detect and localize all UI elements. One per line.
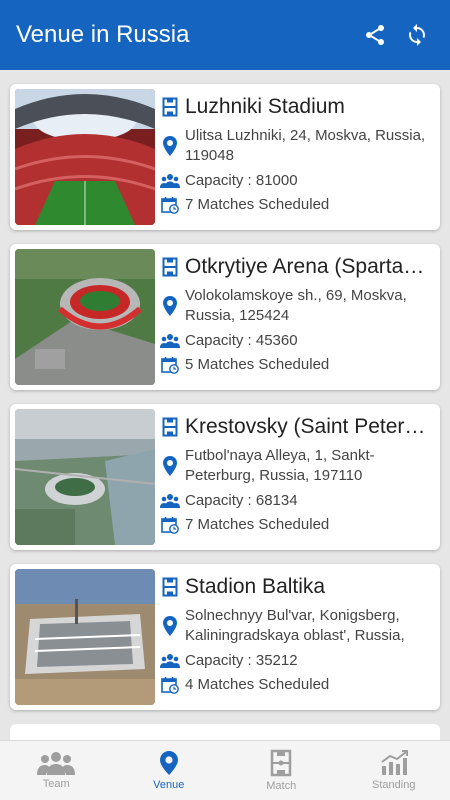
- venue-card[interactable]: Otkrytiye Arena (Sparta… Volokolamskoye …: [10, 244, 440, 390]
- venue-address: Futbol'naya Alleya, 1, Sankt-Peterburg, …: [185, 447, 375, 484]
- venue-photo: [15, 249, 155, 385]
- venue-capacity: Capacity : 81000: [185, 172, 298, 189]
- location-pin-icon: [160, 286, 180, 326]
- refresh-icon: [409, 24, 425, 46]
- venue-matches: 5 Matches Scheduled: [185, 356, 330, 373]
- app-bar: Venue in Russia: [0, 0, 450, 70]
- venue-matches: 4 Matches Scheduled: [185, 676, 330, 693]
- tab-team-label: Team: [42, 778, 70, 790]
- location-pin-icon: [160, 446, 180, 486]
- venue-address: Solnechnyy Bul'var, Konigsberg, Kalining…: [185, 607, 405, 644]
- tab-match[interactable]: Match: [225, 741, 338, 800]
- page-title: Venue in Russia: [16, 21, 190, 48]
- people-icon: [160, 170, 180, 192]
- venue-card[interactable]: Krestovsky (Saint Peters… Futbol'naya Al…: [10, 404, 440, 550]
- football-pitch-icon: [271, 749, 292, 777]
- venue-matches: 7 Matches Scheduled: [185, 516, 330, 533]
- venue-name: Otkrytiye Arena (Sparta…: [185, 255, 425, 278]
- calendar-clock-icon: [160, 674, 180, 696]
- people-icon: [160, 650, 180, 672]
- tab-standing[interactable]: Standing: [338, 741, 450, 800]
- people-icon: [160, 330, 180, 352]
- calendar-clock-icon: [160, 194, 180, 216]
- venue-address: Volokolamskoye sh., 69, Moskva, Russia, …: [185, 287, 407, 324]
- venue-name: Krestovsky (Saint Peters…: [185, 415, 434, 438]
- refresh-button[interactable]: [400, 18, 434, 52]
- stadium-icon: [160, 256, 180, 278]
- venue-card[interactable]: Stadion Baltika Solnechnyy Bul'var, Koni…: [10, 564, 440, 710]
- calendar-clock-icon: [160, 514, 180, 536]
- tab-team[interactable]: Team: [0, 741, 113, 800]
- bar-chart-icon: [381, 750, 408, 775]
- team-icon: [37, 752, 76, 775]
- stadium-icon: [160, 576, 180, 598]
- venue-card-partial[interactable]: [10, 724, 440, 740]
- location-pin-icon: [160, 126, 180, 166]
- tab-venue[interactable]: Venue: [113, 741, 226, 800]
- venue-capacity: Capacity : 68134: [185, 492, 298, 509]
- venue-matches: 7 Matches Scheduled: [185, 196, 330, 213]
- stadium-icon: [160, 96, 180, 118]
- venue-card[interactable]: Luzhniki Stadium Ulitsa Luzhniki, 24, Mo…: [10, 84, 440, 230]
- tab-standing-label: Standing: [372, 779, 416, 791]
- venue-photo: [15, 409, 155, 545]
- venue-address: Ulitsa Luzhniki, 24, Moskva, Russia, 119…: [185, 127, 426, 164]
- venue-list[interactable]: Luzhniki Stadium Ulitsa Luzhniki, 24, Mo…: [0, 70, 450, 740]
- location-pin-icon: [159, 751, 178, 775]
- bottom-nav: Team Venue Match Standing: [0, 740, 450, 800]
- venue-capacity: Capacity : 45360: [185, 332, 298, 349]
- venue-capacity: Capacity : 35212: [185, 652, 298, 669]
- venue-photo: [15, 569, 155, 705]
- share-button[interactable]: [358, 18, 392, 52]
- venue-photo: [15, 89, 155, 225]
- venue-name: Stadion Baltika: [185, 575, 326, 598]
- people-icon: [160, 490, 180, 512]
- venue-name: Luzhniki Stadium: [185, 95, 345, 118]
- location-pin-icon: [160, 606, 180, 646]
- calendar-clock-icon: [160, 354, 180, 376]
- stadium-icon: [160, 416, 180, 438]
- tab-match-label: Match: [266, 780, 297, 792]
- share-icon: [366, 25, 384, 45]
- tab-venue-label: Venue: [153, 779, 185, 791]
